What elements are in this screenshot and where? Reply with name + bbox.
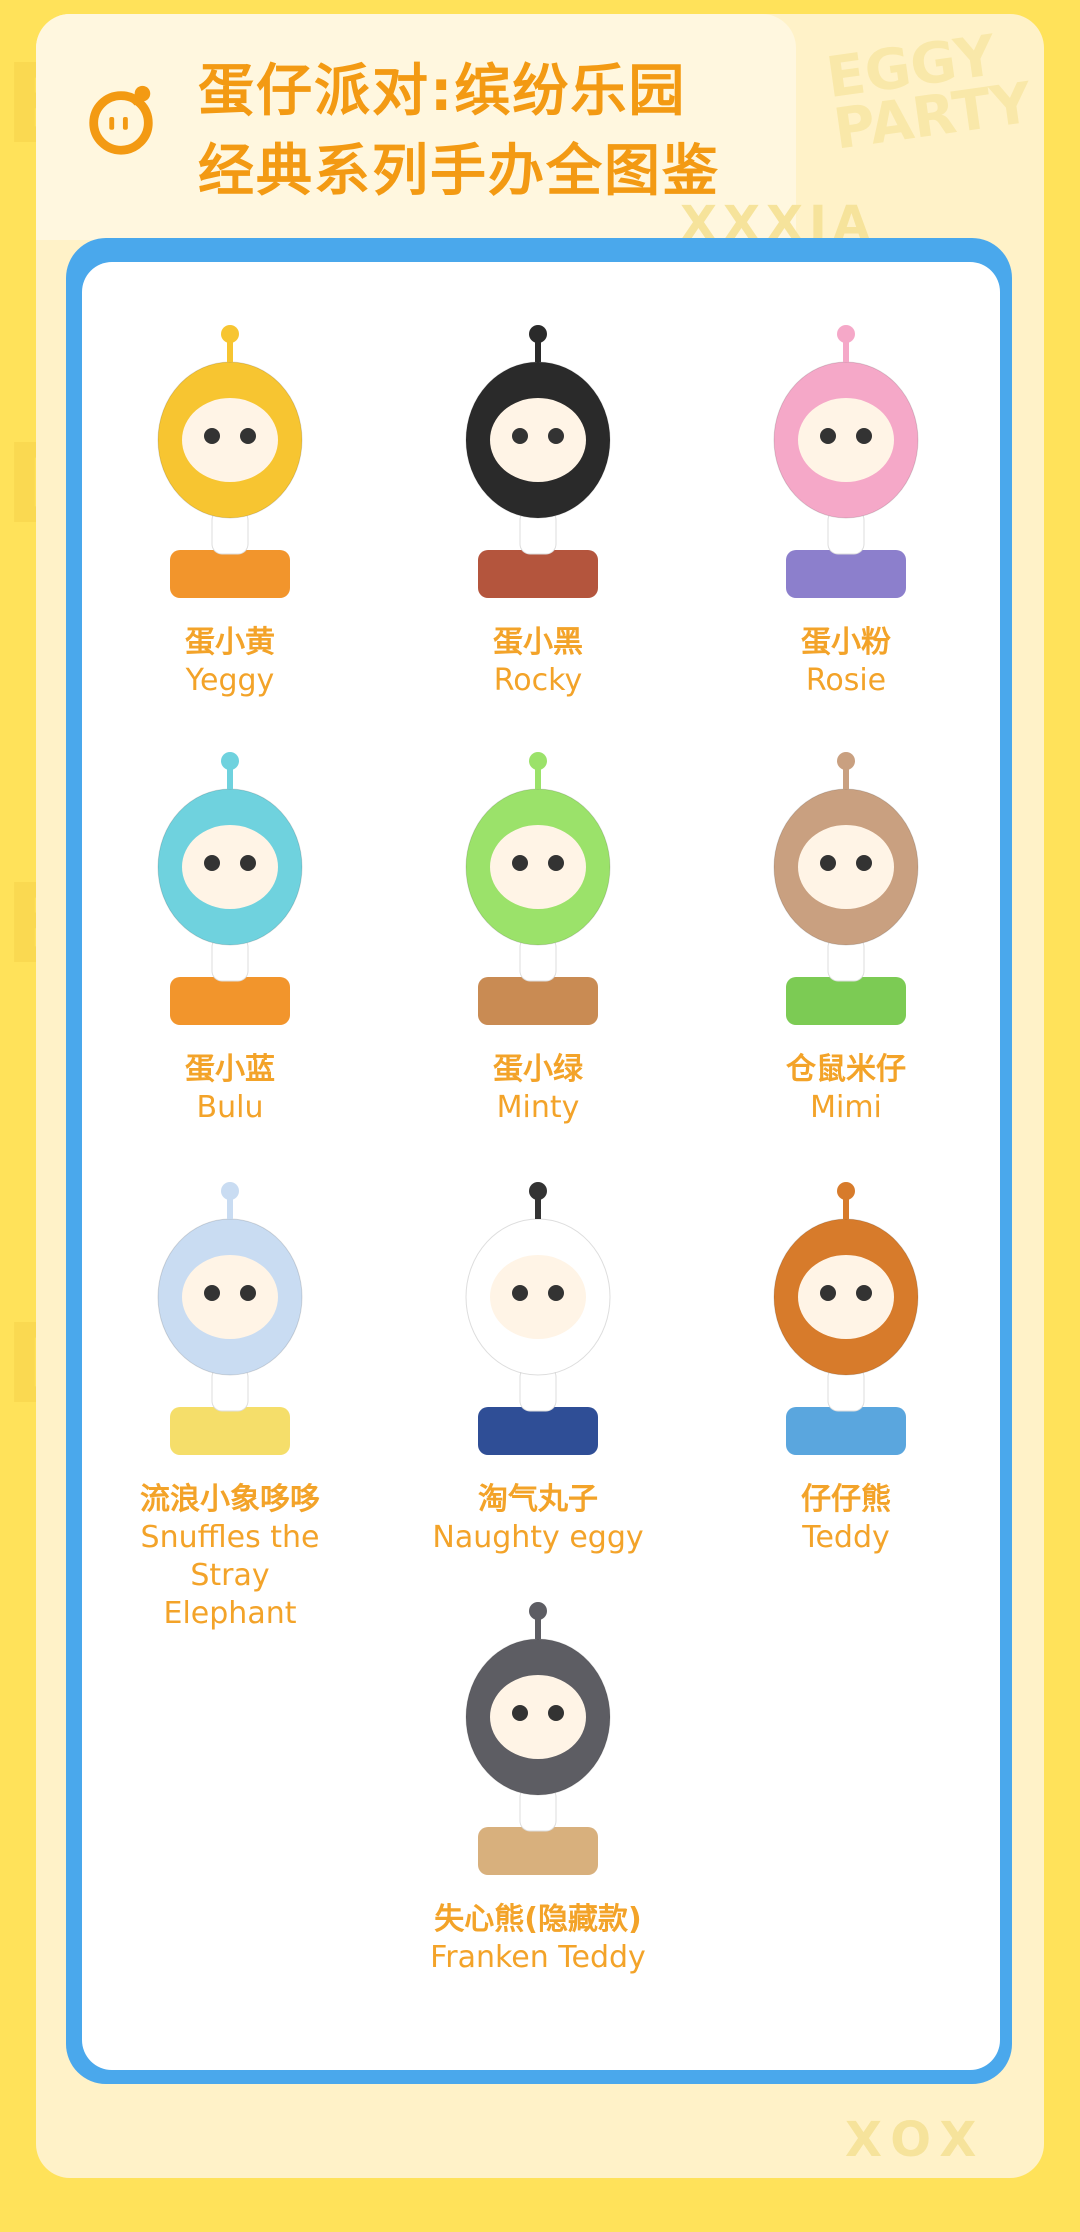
figure-card: 蛋小绿 Minty — [388, 717, 688, 1127]
gray-bear-figure-icon — [465, 1602, 611, 1875]
figure-name-cn: 蛋小蓝 — [185, 1052, 275, 1087]
figure-name-en: Minty — [496, 1090, 580, 1125]
girl-eggy-figure-icon — [465, 1182, 611, 1455]
hamster-figure-icon — [773, 752, 919, 1025]
elephant-figure-icon — [157, 1182, 303, 1455]
figure-name-cn: 蛋小黑 — [493, 625, 583, 660]
figure-card: 蛋小黑 Rocky — [388, 290, 688, 700]
figure-name-en: Snuffles the Stray Elephant — [140, 1520, 320, 1631]
figure-card: 流浪小象哆哆 Snuffles the Stray Elephant — [80, 1147, 380, 1633]
figure-name-cn: 蛋小粉 — [801, 625, 891, 660]
figure-grid: 蛋小黄 Yeggy 蛋小黑 Rocky 蛋小粉 Rosie 蛋小蓝 Bulu 蛋小绿 Minty 仓… — [82, 262, 1000, 2070]
figure-name-en: Yeggy — [185, 663, 275, 698]
yellow-egg-figure-icon — [157, 325, 303, 598]
figure-card: 仔仔熊 Teddy — [696, 1147, 996, 1557]
green-egg-figure-icon — [465, 752, 611, 1025]
bear-figure-icon — [773, 1182, 919, 1455]
figure-name-cn: 仓鼠米仔 — [786, 1052, 906, 1087]
pink-egg-figure-icon — [773, 325, 919, 598]
figure-gallery-panel: 蛋小黄 Yeggy 蛋小黑 Rocky 蛋小粉 Rosie 蛋小蓝 Bulu 蛋小绿 Minty 仓… — [82, 262, 1000, 2070]
figure-name-cn: 蛋小黄 — [185, 625, 275, 660]
figure-card: 失心熊(隐藏款) Franken Teddy — [388, 1567, 688, 1977]
figure-name-en: Franken Teddy — [430, 1940, 646, 1975]
eggy-logo-icon — [89, 85, 153, 155]
figure-card: 仓鼠米仔 Mimi — [696, 717, 996, 1127]
xox-watermark: XOX — [845, 2112, 987, 2168]
blue-egg-figure-icon — [157, 752, 303, 1025]
figure-name-en: Mimi — [810, 1090, 882, 1125]
figure-card: 蛋小蓝 Bulu — [80, 717, 380, 1127]
figure-name-cn: 流浪小象哆哆 — [140, 1482, 320, 1517]
figure-card: 蛋小黄 Yeggy — [80, 290, 380, 700]
figure-name-en: Bulu — [196, 1090, 264, 1125]
figure-name-cn: 蛋小绿 — [493, 1052, 583, 1087]
figure-name-cn: 仔仔熊 — [801, 1482, 891, 1517]
figure-card: 淘气丸子 Naughty eggy — [388, 1147, 688, 1557]
figure-name-cn: 淘气丸子 — [478, 1482, 598, 1517]
page-title: 蛋仔派对:缤纷乐园 经典系列手办全图鉴 — [198, 52, 720, 212]
figure-name-en: Teddy — [802, 1520, 890, 1555]
title-line-2: 经典系列手办全图鉴 — [198, 139, 720, 204]
eggy-party-watermark: EGGY PARTY — [822, 23, 1036, 163]
title-line-1: 蛋仔派对:缤纷乐园 — [198, 59, 687, 124]
figure-name-en: Naughty eggy — [432, 1520, 644, 1555]
black-egg-figure-icon — [465, 325, 611, 598]
figure-name-en: Rocky — [493, 663, 583, 698]
figure-name-en: Rosie — [805, 663, 887, 698]
figure-name-cn: 失心熊(隐藏款) — [434, 1902, 642, 1937]
figure-card: 蛋小粉 Rosie — [696, 290, 996, 700]
